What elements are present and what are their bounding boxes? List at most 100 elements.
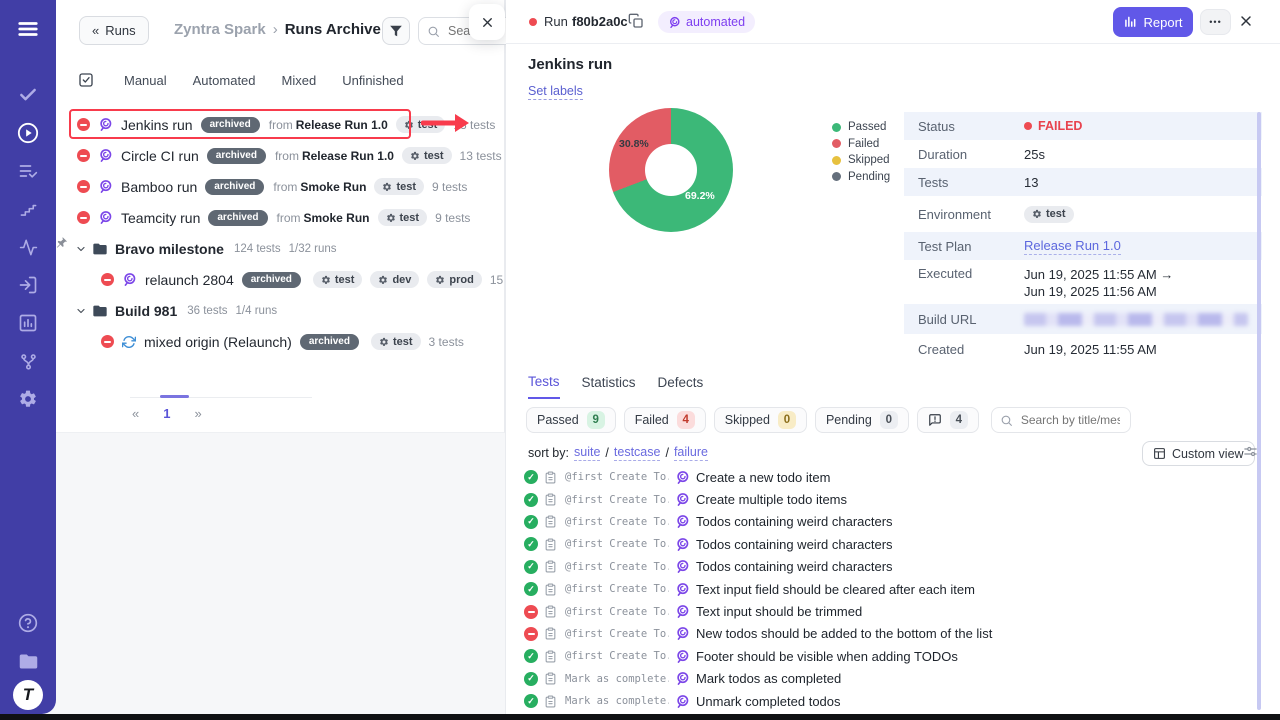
- test-title[interactable]: Unmark completed todos: [696, 694, 841, 709]
- copy-run-id-button[interactable]: [628, 13, 644, 29]
- test-row[interactable]: @first Create To... Create a new todo it…: [506, 466, 1256, 488]
- test-row[interactable]: @first Create To... Todos containing wei…: [506, 533, 1256, 555]
- test-title[interactable]: Todos containing weird characters: [696, 537, 893, 552]
- back-to-runs-button[interactable]: « Runs: [79, 16, 149, 45]
- select-all-icon[interactable]: [78, 72, 94, 88]
- tab-statistics[interactable]: Statistics: [582, 375, 636, 398]
- page-prev[interactable]: «: [132, 406, 139, 421]
- tab-unfinished[interactable]: Unfinished: [342, 73, 403, 88]
- test-row[interactable]: @first Create To... New todos should be …: [506, 623, 1256, 645]
- test-title[interactable]: Mark todos as completed: [696, 671, 841, 686]
- sort-by-failure[interactable]: failure: [674, 445, 708, 461]
- filter-skipped[interactable]: Skipped0: [714, 407, 807, 433]
- test-title[interactable]: Todos containing weird characters: [696, 514, 893, 529]
- run-row-mixed-origin[interactable]: mixed origin (Relaunch) archived test 3 …: [56, 326, 505, 357]
- test-row[interactable]: Mark as complete... Mark todos as comple…: [506, 668, 1256, 690]
- test-suite-label[interactable]: Mark as complete...: [565, 673, 669, 685]
- plan-link[interactable]: Release Run 1.0: [302, 149, 394, 163]
- test-title[interactable]: Todos containing weird characters: [696, 559, 893, 574]
- projects-folder-icon[interactable]: [0, 642, 56, 680]
- more-actions-button[interactable]: •••: [1200, 9, 1231, 35]
- set-labels-link[interactable]: Set labels: [528, 84, 583, 100]
- filter-pending[interactable]: Pending0: [815, 407, 909, 433]
- import-icon[interactable]: [0, 266, 56, 304]
- sort-by-suite[interactable]: suite: [574, 445, 600, 461]
- test-row[interactable]: @first Create To... Create multiple todo…: [506, 488, 1256, 510]
- test-suite-label[interactable]: @first Create To...: [565, 516, 669, 528]
- run-name[interactable]: Bamboo run: [121, 179, 197, 195]
- test-row[interactable]: @first Create To... Text input should be…: [506, 600, 1256, 622]
- activity-pulse-icon[interactable]: [0, 228, 56, 266]
- menu-icon[interactable]: [0, 10, 56, 48]
- test-suite-label[interactable]: @first Create To...: [565, 561, 669, 573]
- scrollbar-thumb[interactable]: [1257, 112, 1261, 710]
- tab-automated[interactable]: Automated: [193, 73, 256, 88]
- plan-link[interactable]: Smoke Run: [304, 211, 370, 225]
- branch-icon[interactable]: [0, 342, 56, 380]
- run-name[interactable]: mixed origin (Relaunch): [144, 334, 292, 350]
- test-plans-icon[interactable]: [0, 152, 56, 190]
- milestones-steps-icon[interactable]: [0, 190, 56, 228]
- page-next[interactable]: »: [194, 406, 201, 421]
- test-suite-label[interactable]: @first Create To...: [565, 494, 669, 506]
- test-row[interactable]: @first Create To... Todos containing wei…: [506, 556, 1256, 578]
- run-row-bamboo[interactable]: Bamboo run archived from Smoke Run test …: [56, 171, 505, 202]
- filter-button[interactable]: [382, 17, 410, 45]
- test-title[interactable]: Text input field should be cleared after…: [696, 582, 975, 597]
- run-row-jenkins[interactable]: Jenkins run archived from Release Run 1.…: [56, 109, 505, 140]
- tests-search[interactable]: [991, 407, 1131, 433]
- run-name[interactable]: relaunch 2804: [145, 272, 234, 288]
- sliders-icon[interactable]: [1243, 444, 1258, 459]
- page-current[interactable]: 1: [163, 406, 170, 421]
- tab-mixed[interactable]: Mixed: [282, 73, 317, 88]
- run-row-teamcity[interactable]: Teamcity run archived from Smoke Run tes…: [56, 202, 505, 233]
- run-name[interactable]: Jenkins run: [121, 117, 193, 133]
- filter-passed[interactable]: Passed9: [526, 407, 616, 433]
- plan-link[interactable]: Release Run 1.0: [296, 118, 388, 132]
- settings-gear-icon[interactable]: [0, 380, 56, 418]
- report-button[interactable]: Report: [1113, 7, 1193, 37]
- runs-play-icon[interactable]: [0, 114, 56, 152]
- chevron-down-icon[interactable]: [75, 243, 87, 255]
- close-detail-button[interactable]: [1238, 13, 1254, 29]
- test-suite-label[interactable]: @first Create To...: [565, 628, 669, 640]
- test-row[interactable]: Mark as complete... Unmark completed tod…: [506, 690, 1256, 712]
- test-title[interactable]: Create multiple todo items: [696, 492, 847, 507]
- tab-tests[interactable]: Tests: [528, 374, 560, 399]
- filter-failed[interactable]: Failed4: [624, 407, 706, 433]
- test-title[interactable]: Text input should be trimmed: [696, 604, 862, 619]
- app-logo[interactable]: T: [13, 680, 43, 710]
- folder-row-bravo-milestone[interactable]: Bravo milestone 124 tests1/32 runs: [56, 233, 505, 264]
- test-suite-label[interactable]: @first Create To...: [565, 471, 669, 483]
- tab-defects[interactable]: Defects: [658, 375, 704, 398]
- automated-mode-badge[interactable]: automated: [658, 11, 755, 33]
- test-row[interactable]: @first Create To... Text input field sho…: [506, 578, 1256, 600]
- folder-row-build-981[interactable]: Build 981 36 tests1/4 runs: [56, 295, 505, 326]
- test-row[interactable]: @first Create To... Footer should be vis…: [506, 645, 1256, 667]
- folder-name[interactable]: Build 981: [115, 303, 177, 319]
- test-suite-label[interactable]: @first Create To...: [565, 650, 669, 662]
- run-row-relaunch-2804[interactable]: relaunch 2804 archived test dev prod 15 …: [56, 264, 505, 295]
- sort-by-testcase[interactable]: testcase: [614, 445, 661, 461]
- folder-name[interactable]: Bravo milestone: [115, 241, 224, 257]
- close-list-button[interactable]: [469, 4, 505, 40]
- chevron-down-icon[interactable]: [75, 305, 87, 317]
- run-row-circleci[interactable]: Circle CI run archived from Release Run …: [56, 140, 505, 171]
- plan-link[interactable]: Smoke Run: [300, 180, 366, 194]
- analytics-icon[interactable]: [0, 304, 56, 342]
- test-plan-link[interactable]: Release Run 1.0: [1024, 238, 1121, 255]
- help-icon[interactable]: [0, 604, 56, 642]
- tab-manual[interactable]: Manual: [124, 73, 167, 88]
- test-suite-label[interactable]: @first Create To...: [565, 583, 669, 595]
- test-suite-label[interactable]: Mark as complete...: [565, 695, 669, 707]
- test-suite-label[interactable]: @first Create To...: [565, 538, 669, 550]
- test-title[interactable]: Footer should be visible when adding TOD…: [696, 649, 958, 664]
- filter-comments[interactable]: 4: [917, 407, 979, 433]
- run-name[interactable]: Teamcity run: [121, 210, 200, 226]
- test-title[interactable]: Create a new todo item: [696, 470, 830, 485]
- test-title[interactable]: New todos should be added to the bottom …: [696, 626, 992, 641]
- ready-check-icon[interactable]: [0, 76, 56, 114]
- custom-view-button[interactable]: Custom view: [1142, 441, 1255, 466]
- test-suite-label[interactable]: @first Create To...: [565, 606, 669, 618]
- test-row[interactable]: @first Create To... Todos containing wei…: [506, 511, 1256, 533]
